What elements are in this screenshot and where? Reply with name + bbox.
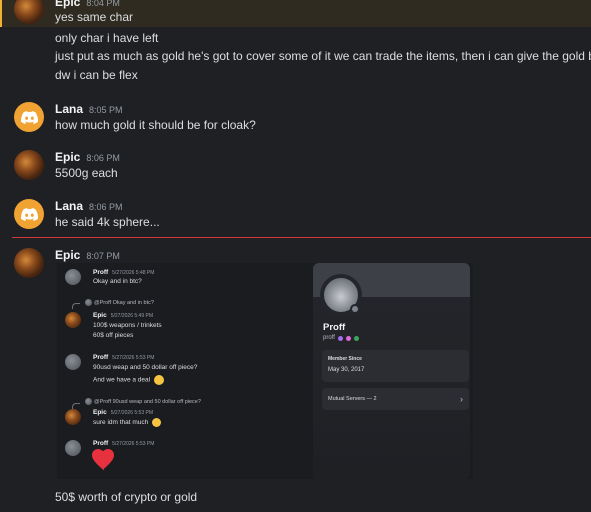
message-timestamp: 8:06 PM bbox=[89, 202, 123, 212]
embedded-avatar bbox=[65, 440, 81, 456]
message-timestamp: 8:04 PM bbox=[86, 0, 120, 8]
message-author[interactable]: Lana 8:05 PM bbox=[55, 101, 123, 118]
message-author[interactable]: Epic 8:06 PM bbox=[55, 149, 120, 166]
message-text: dw i can be flex bbox=[55, 68, 138, 82]
embedded-text: Okay and in btc? bbox=[93, 278, 142, 285]
grin-emoji-icon bbox=[153, 375, 164, 385]
embedded-text: And we have a deal bbox=[93, 375, 164, 385]
embedded-author: Epic 5/27/2026 5:49 PM bbox=[93, 312, 153, 319]
embedded-avatar bbox=[65, 312, 81, 328]
embedded-avatar bbox=[65, 354, 81, 370]
embedded-author: Proff 5/27/2026 5:53 PM bbox=[93, 354, 155, 361]
reply-avatar bbox=[85, 299, 92, 306]
badge-icon bbox=[337, 335, 343, 341]
embedded-timestamp: 5/27/2026 5:53 PM bbox=[112, 441, 155, 447]
reply-preview: @Proff Okay and in btc? bbox=[94, 300, 154, 306]
status-indicator bbox=[350, 304, 360, 314]
message-text: 5500g each bbox=[55, 166, 118, 180]
discord-logo-icon bbox=[20, 110, 38, 124]
embedded-timestamp: 5/27/2026 5:49 PM bbox=[110, 313, 153, 319]
embedded-author: Epic 5/27/2026 5:53 PM bbox=[93, 409, 153, 416]
message-timestamp: 8:05 PM bbox=[89, 105, 123, 115]
message-text: yes same char bbox=[55, 10, 134, 24]
embedded-timestamp: 5/27/2026 5:53 PM bbox=[110, 410, 153, 416]
mutual-servers-row: Mutual Servers — 2 › bbox=[322, 388, 469, 410]
reply-connector bbox=[72, 303, 80, 309]
embedded-text: 60$ off pieces bbox=[93, 332, 134, 339]
reply-avatar bbox=[85, 398, 92, 405]
embedded-text: 100$ weapons / trinkets bbox=[93, 322, 162, 329]
member-since-section: Member Since May 30, 2017 bbox=[322, 350, 469, 382]
embedded-avatar bbox=[65, 269, 81, 285]
embedded-text: sure idm that much bbox=[93, 418, 162, 427]
profile-display-name: Proff bbox=[323, 322, 346, 333]
embedded-timestamp: 5/27/2026 5:53 PM bbox=[112, 355, 155, 361]
badge-icon bbox=[345, 335, 351, 341]
embedded-avatar bbox=[65, 409, 81, 425]
heart-emoji-icon bbox=[92, 449, 116, 476]
avatar[interactable] bbox=[14, 102, 44, 132]
avatar[interactable] bbox=[14, 150, 44, 180]
reply-preview: @Proff 90usd weap and 50 dollar off piec… bbox=[94, 399, 201, 405]
avatar[interactable] bbox=[14, 248, 44, 278]
message-text: he said 4k sphere... bbox=[55, 215, 160, 229]
badge-icon bbox=[353, 335, 359, 341]
member-since-date: May 30, 2017 bbox=[328, 367, 365, 373]
member-since-label: Member Since bbox=[328, 356, 362, 362]
message-author[interactable]: Epic 8:07 PM bbox=[55, 247, 120, 264]
message-text: how much gold it should be for cloak? bbox=[55, 118, 256, 132]
chevron-right-icon: › bbox=[460, 394, 463, 404]
message-author[interactable]: Lana 8:06 PM bbox=[55, 198, 123, 215]
embedded-timestamp: 5/27/2026 5:48 PM bbox=[112, 270, 155, 276]
discord-logo-icon bbox=[20, 207, 38, 221]
message-text: only char i have left bbox=[55, 31, 159, 45]
embedded-author: Proff 5/27/2026 5:53 PM bbox=[93, 440, 155, 447]
mutual-servers-label: Mutual Servers — 2 bbox=[328, 396, 377, 402]
message-timestamp: 8:07 PM bbox=[86, 251, 120, 261]
embedded-text: 90usd weap and 50 dollar off piece? bbox=[93, 364, 198, 371]
message-timestamp: 8:06 PM bbox=[86, 153, 120, 163]
profile-card: Proff proff Member Since May 30, 2017 Mu… bbox=[313, 263, 470, 479]
avatar[interactable] bbox=[14, 199, 44, 229]
message-text: just put as much as gold he's got to cov… bbox=[55, 49, 591, 63]
profile-username: proff bbox=[323, 335, 335, 341]
message-text: 50$ worth of crypto or gold bbox=[55, 490, 198, 504]
new-messages-divider bbox=[12, 237, 591, 238]
grin-emoji-icon bbox=[152, 418, 162, 427]
profile-username-row: proff bbox=[323, 335, 359, 341]
